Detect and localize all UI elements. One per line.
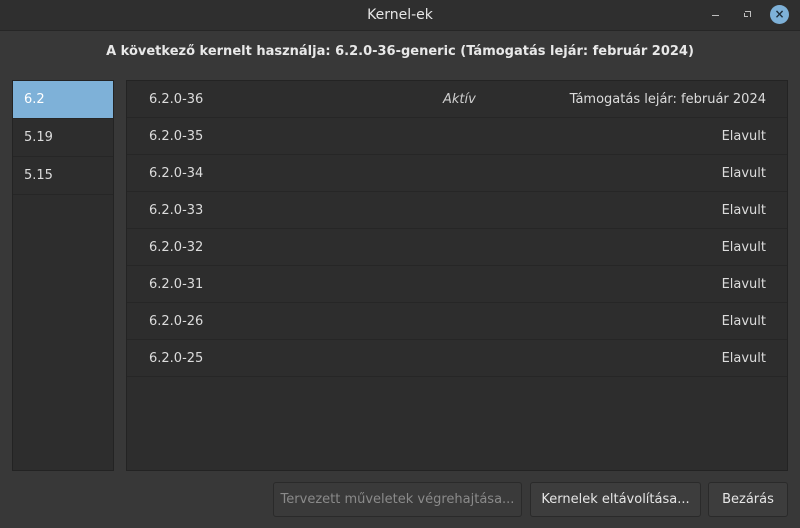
kernel-list: 6.2.0-36 Aktív Támogatás lejár: február … xyxy=(126,80,788,471)
minimize-icon[interactable] xyxy=(707,6,725,24)
kernel-row[interactable]: 6.2.0-26 Elavult xyxy=(127,303,787,340)
kernel-row[interactable]: 6.2.0-32 Elavult xyxy=(127,229,787,266)
kernel-support: Elavult xyxy=(721,351,766,366)
kernel-version: 6.2.0-31 xyxy=(149,277,204,292)
close-button[interactable]: Bezárás xyxy=(708,482,788,517)
kernel-row[interactable]: 6.2.0-31 Elavult xyxy=(127,266,787,303)
kernel-support: Támogatás lejár: február 2024 xyxy=(569,92,766,107)
kernel-series-list: 6.2 5.19 5.15 xyxy=(12,80,114,471)
title-bar: Kernel-ek × xyxy=(0,0,800,31)
kernel-support: Elavult xyxy=(721,129,766,144)
kernel-support: Elavult xyxy=(721,166,766,181)
close-icon[interactable]: × xyxy=(770,5,789,24)
sidebar-item-6-2[interactable]: 6.2 xyxy=(13,81,113,119)
kernel-support: Elavult xyxy=(721,240,766,255)
kernel-version: 6.2.0-33 xyxy=(149,203,204,218)
kernel-row[interactable]: 6.2.0-36 Aktív Támogatás lejár: február … xyxy=(127,81,787,118)
kernel-version: 6.2.0-32 xyxy=(149,240,204,255)
sidebar-item-5-15[interactable]: 5.15 xyxy=(13,157,113,195)
window-title: Kernel-ek xyxy=(367,7,433,23)
remove-kernels-button[interactable]: Kernelek eltávolítása... xyxy=(530,482,701,517)
kernel-version: 6.2.0-26 xyxy=(149,314,204,329)
kernel-row[interactable]: 6.2.0-33 Elavult xyxy=(127,192,787,229)
kernel-row[interactable]: 6.2.0-34 Elavult xyxy=(127,155,787,192)
current-kernel-info: A következő kernelt használja: 6.2.0-36-… xyxy=(106,44,694,59)
kernel-state: Aktív xyxy=(443,92,476,107)
kernel-support: Elavult xyxy=(721,203,766,218)
kernel-row[interactable]: 6.2.0-25 Elavult xyxy=(127,340,787,377)
kernel-support: Elavult xyxy=(721,314,766,329)
kernel-row[interactable]: 6.2.0-35 Elavult xyxy=(127,118,787,155)
maximize-icon[interactable] xyxy=(739,6,757,24)
kernel-version: 6.2.0-34 xyxy=(149,166,204,181)
kernel-support: Elavult xyxy=(721,277,766,292)
kernel-version: 6.2.0-35 xyxy=(149,129,204,144)
kernel-version: 6.2.0-25 xyxy=(149,351,204,366)
execute-queued-actions-button[interactable]: Tervezett műveletek végrehajtása... xyxy=(273,482,522,517)
sidebar-item-5-19[interactable]: 5.19 xyxy=(13,119,113,157)
kernel-version: 6.2.0-36 xyxy=(149,92,204,107)
